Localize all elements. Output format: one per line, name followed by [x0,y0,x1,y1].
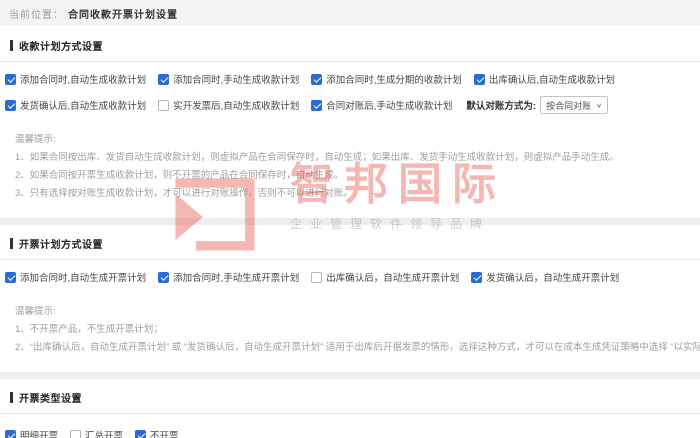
divider [0,413,700,414]
checkbox-label: 添加合同时,自动生成收款计划 [20,72,146,86]
checkbox-label: 发货确认后,自动生成收款计划 [20,98,146,112]
divider [0,61,700,62]
checkbox[interactable] [70,430,81,438]
section-header: 收款计划方式设置 [10,39,700,51]
chevron-down-icon: ∨ [596,101,602,108]
tips-block: 温馨提示: 1、不开票产品，不生成开票计划； 2、“出库确认后，自动生成开票计划… [15,303,700,357]
checkbox-item[interactable]: 实开发票后,自动生成收款计划 [158,98,299,112]
checkbox[interactable] [5,430,16,438]
checkbox[interactable] [311,100,322,111]
checkbox-label: 实开发票后,自动生成收款计划 [173,98,299,112]
checkbox-item[interactable]: 出库确认后,自动生成收款计划 [474,72,615,86]
tip-line: 1、不开票产品，不生成开票计划； [15,321,700,339]
section-title: 开票类型设置 [19,390,82,405]
page-title: 合同收款开票计划设置 [68,6,178,21]
checkbox-item[interactable]: 添加合同时,自动生成开票计划 [5,270,146,284]
checkbox-row: 明细开票 汇总开票 不开票 [5,428,700,438]
section-invoice-plan-settings: 开票计划方式设置 添加合同时,自动生成开票计划 添加合同时,手动生成开票计划 出… [0,237,700,372]
section-title: 开票计划方式设置 [19,236,103,251]
breadcrumb-label: 当前位置： [9,6,64,21]
checkbox-label: 汇总开票 [85,428,123,438]
checkbox-label: 添加合同时,手动生成收款计划 [173,72,299,86]
checkbox-label: 合同对账后,手动生成收款计划 [326,98,452,112]
breadcrumb: 当前位置： 合同收款开票计划设置 [0,0,700,26]
checkbox-label: 添加合同时,生成分期的收款计划 [326,72,462,86]
header-bar-icon [10,392,13,403]
checkbox-item[interactable]: 不开票 [135,428,179,438]
checkbox-item[interactable]: 添加合同时,自动生成收款计划 [5,72,146,86]
checkbox[interactable] [311,74,322,85]
checkbox-row: 添加合同时,自动生成开票计划 添加合同时,手动生成开票计划 出库确认后，自动生成… [5,270,700,284]
checkbox-item[interactable]: 发货确认后，自动生成开票计划 [471,270,619,284]
checkbox-item[interactable]: 添加合同时,手动生成开票计划 [158,270,299,284]
header-bar-icon [10,40,13,51]
tip-line: 1、如果合同按出库、发货自动生成收款计划，则虚拟产品在合同保存时，自动生成；如果… [15,149,700,167]
checkbox[interactable] [158,74,169,85]
checkbox-label: 明细开票 [20,428,58,438]
reconcile-method-label: 默认对账方式为: [466,98,536,112]
checkbox-row: 发货确认后,自动生成收款计划 实开发票后,自动生成收款计划 合同对账后,手动生成… [5,98,700,112]
checkbox-item[interactable]: 汇总开票 [70,428,123,438]
checkbox-label: 发货确认后，自动生成开票计划 [486,270,619,284]
checkbox-label: 出库确认后,自动生成收款计划 [489,72,615,86]
tips-block: 温馨提示: 1、如果合同按出库、发货自动生成收款计划，则虚拟产品在合同保存时，自… [15,131,700,203]
section-separator [0,218,700,225]
checkbox[interactable] [471,272,482,283]
section-header: 开票类型设置 [10,391,700,403]
checkbox-label: 添加合同时,手动生成开票计划 [173,270,299,284]
tip-line: 2、“出库确认后，自动生成开票计划” 或 “发货确认后，自动生成开票计划” 适用… [15,339,700,357]
checkbox-label: 添加合同时,自动生成开票计划 [20,270,146,284]
section-separator [0,372,700,379]
tips-title: 温馨提示: [15,303,700,321]
checkbox-item[interactable]: 添加合同时,生成分期的收款计划 [311,72,462,86]
checkbox-item[interactable]: 合同对账后,手动生成收款计划 [311,98,452,112]
checkbox-label: 不开票 [150,428,179,438]
checkbox-item[interactable]: 出库确认后，自动生成开票计划 [311,270,459,284]
checkbox[interactable] [5,74,16,85]
reconcile-method-value: 按合同对账 [546,99,591,112]
checkbox[interactable] [158,100,169,111]
section-header: 开票计划方式设置 [10,237,700,249]
tip-line: 3、只有选择按对账生成收款计划，才可以进行对账操作，否则不可以进行对账。 [15,185,700,203]
checkbox-row: 添加合同时,自动生成收款计划 添加合同时,手动生成收款计划 添加合同时,生成分期… [5,72,700,86]
checkbox-item[interactable]: 发货确认后,自动生成收款计划 [5,98,146,112]
checkbox-item[interactable]: 添加合同时,手动生成收款计划 [158,72,299,86]
header-bar-icon [10,238,13,249]
checkbox[interactable] [135,430,146,438]
reconcile-method-select[interactable]: 按合同对账 ∨ [540,96,608,114]
section-invoice-type-settings: 开票类型设置 明细开票 汇总开票 不开票 [0,391,700,438]
tips-title: 温馨提示: [15,131,700,149]
checkbox-label: 出库确认后，自动生成开票计划 [326,270,459,284]
checkbox[interactable] [474,74,485,85]
checkbox[interactable] [5,100,16,111]
divider [0,259,700,260]
checkbox-item[interactable]: 明细开票 [5,428,58,438]
checkbox[interactable] [311,272,322,283]
checkbox[interactable] [5,272,16,283]
tip-line: 2、如果合同按开票生成收款计划，则不开票的产品在合同保存时，自动生成。 [15,167,700,185]
checkbox[interactable] [158,272,169,283]
section-receipt-plan-settings: 收款计划方式设置 添加合同时,自动生成收款计划 添加合同时,手动生成收款计划 添… [0,39,700,218]
section-title: 收款计划方式设置 [19,38,103,53]
